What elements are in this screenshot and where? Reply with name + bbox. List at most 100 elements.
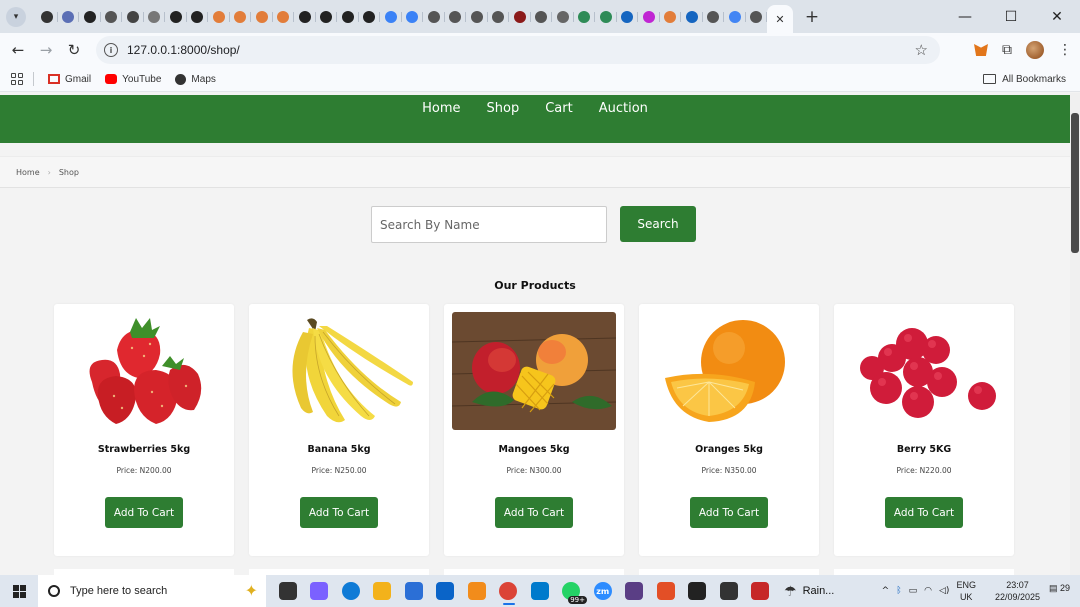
- clock[interactable]: 23:07 22/09/2025: [995, 579, 1040, 603]
- battery-icon[interactable]: ▭: [909, 586, 918, 596]
- apps-grid-icon[interactable]: [11, 73, 23, 85]
- browser-tab[interactable]: [552, 6, 574, 28]
- browser-tab[interactable]: [208, 6, 230, 28]
- browser-tab[interactable]: [122, 6, 144, 28]
- browser-tab[interactable]: [144, 6, 166, 28]
- browser-tab[interactable]: [273, 6, 295, 28]
- browser-tab[interactable]: [638, 6, 660, 28]
- bookmark-youtube[interactable]: YouTube: [105, 74, 161, 85]
- file-explorer-taskbar-button[interactable]: [367, 575, 399, 607]
- browser-tab[interactable]: [617, 6, 639, 28]
- task-view-taskbar-button[interactable]: [272, 575, 304, 607]
- browser-menu-icon[interactable]: ⋮: [1058, 42, 1072, 58]
- add-to-cart-button[interactable]: Add To Cart: [885, 497, 963, 528]
- nav-link-cart[interactable]: Cart: [545, 101, 573, 119]
- extensions-icon[interactable]: ⧉: [1002, 42, 1012, 58]
- browser-tab[interactable]: [574, 6, 596, 28]
- browser-tab[interactable]: [703, 6, 725, 28]
- search-button[interactable]: Search: [620, 206, 696, 242]
- bookmark-gmail[interactable]: Gmail: [48, 74, 91, 85]
- language-indicator[interactable]: ENG UK: [956, 579, 976, 603]
- browser-tab[interactable]: [488, 6, 510, 28]
- address-bar[interactable]: i 127.0.0.1:8000/shop/ ☆: [96, 36, 940, 64]
- add-to-cart-button[interactable]: Add To Cart: [495, 497, 573, 528]
- breadcrumb-home[interactable]: Home: [16, 168, 40, 177]
- cmd-taskbar-button[interactable]: [713, 575, 745, 607]
- page-scrollbar[interactable]: [1070, 93, 1080, 575]
- close-icon[interactable]: ✕: [775, 13, 784, 26]
- browser-tab[interactable]: [316, 6, 338, 28]
- windows-start-icon[interactable]: [0, 584, 38, 598]
- browser-tab[interactable]: [660, 6, 682, 28]
- all-bookmarks[interactable]: All Bookmarks: [983, 74, 1066, 85]
- notifications-button[interactable]: ▤ 29: [1049, 583, 1070, 594]
- browser-tab[interactable]: [402, 6, 424, 28]
- site-info-icon[interactable]: i: [104, 43, 118, 57]
- browser-tab[interactable]: [251, 6, 273, 28]
- add-to-cart-button[interactable]: Add To Cart: [300, 497, 378, 528]
- zoom-taskbar-button[interactable]: zm: [587, 575, 619, 607]
- chevron-down-icon[interactable]: ▾: [6, 6, 26, 27]
- browser-tab[interactable]: [681, 6, 703, 28]
- browser-tab[interactable]: [79, 6, 101, 28]
- taskbar-search[interactable]: Type here to search ✦: [38, 575, 266, 607]
- search-input[interactable]: [371, 206, 607, 243]
- scrollbar-thumb[interactable]: [1071, 113, 1079, 253]
- browser-tab[interactable]: [337, 6, 359, 28]
- browser-tab[interactable]: [466, 6, 488, 28]
- browser-tab[interactable]: [165, 6, 187, 28]
- site-navbar: Home Shop Cart Auction: [0, 95, 1070, 143]
- browser-tab[interactable]: [36, 6, 58, 28]
- nav-link-auction[interactable]: Auction: [599, 101, 648, 119]
- browser-tab[interactable]: [531, 6, 553, 28]
- git-taskbar-button[interactable]: [619, 575, 651, 607]
- outlook-taskbar-button[interactable]: [430, 575, 462, 607]
- metamask-extension-icon[interactable]: [974, 44, 988, 56]
- browser-tab[interactable]: [359, 6, 381, 28]
- browser-tab[interactable]: [746, 6, 768, 28]
- chevron-up-icon[interactable]: ^: [882, 586, 890, 596]
- weather-widget[interactable]: ☂ Rain...: [784, 583, 834, 600]
- active-tab[interactable]: ✕: [767, 5, 793, 33]
- browser-tab[interactable]: [58, 6, 80, 28]
- volume-icon[interactable]: ◁): [939, 586, 949, 596]
- copilot-taskbar-button[interactable]: [304, 575, 336, 607]
- wifi-icon[interactable]: ◠: [924, 586, 932, 596]
- add-to-cart-button[interactable]: Add To Cart: [105, 497, 183, 528]
- edge-taskbar-button[interactable]: [335, 575, 367, 607]
- browser-tab[interactable]: [595, 6, 617, 28]
- whatsapp-taskbar-button[interactable]: 99+: [556, 575, 587, 607]
- browser-tab[interactable]: [230, 6, 252, 28]
- browser-tab[interactable]: [187, 6, 209, 28]
- store-taskbar-button[interactable]: [398, 575, 430, 607]
- url-text[interactable]: 127.0.0.1:8000/shop/: [127, 43, 240, 57]
- browser-tab[interactable]: [294, 6, 316, 28]
- app-taskbar-button[interactable]: [745, 575, 777, 607]
- browser-tab[interactable]: [380, 6, 402, 28]
- nav-link-shop[interactable]: Shop: [487, 101, 520, 119]
- new-tab-button[interactable]: +: [799, 7, 825, 27]
- bluetooth-icon[interactable]: ᛒ: [896, 586, 901, 596]
- browser-tab[interactable]: [509, 6, 531, 28]
- vscode-taskbar-button[interactable]: [524, 575, 556, 607]
- browser-tab[interactable]: [101, 6, 123, 28]
- bookmark-maps[interactable]: Maps: [175, 73, 216, 85]
- chrome-taskbar-button[interactable]: [493, 575, 525, 607]
- sublime-taskbar-button[interactable]: [461, 575, 493, 607]
- minimize-button[interactable]: —: [942, 0, 988, 33]
- terminal-taskbar-button[interactable]: [682, 575, 714, 607]
- product-card: Oranges 5kg Price: N350.00 Add To Cart: [639, 304, 819, 556]
- browser-tab[interactable]: [423, 6, 445, 28]
- maximize-button[interactable]: ☐: [988, 0, 1034, 33]
- document-taskbar-button[interactable]: [650, 575, 682, 607]
- forward-button[interactable]: →: [32, 41, 60, 59]
- browser-tab[interactable]: [724, 6, 746, 28]
- nav-link-home[interactable]: Home: [422, 101, 460, 119]
- reload-button[interactable]: ↻: [60, 41, 88, 59]
- back-button[interactable]: ←: [4, 41, 32, 59]
- close-window-button[interactable]: ✕: [1034, 0, 1080, 33]
- add-to-cart-button[interactable]: Add To Cart: [690, 497, 768, 528]
- bookmark-star-icon[interactable]: ☆: [915, 41, 928, 59]
- profile-avatar[interactable]: [1026, 41, 1044, 59]
- browser-tab[interactable]: [445, 6, 467, 28]
